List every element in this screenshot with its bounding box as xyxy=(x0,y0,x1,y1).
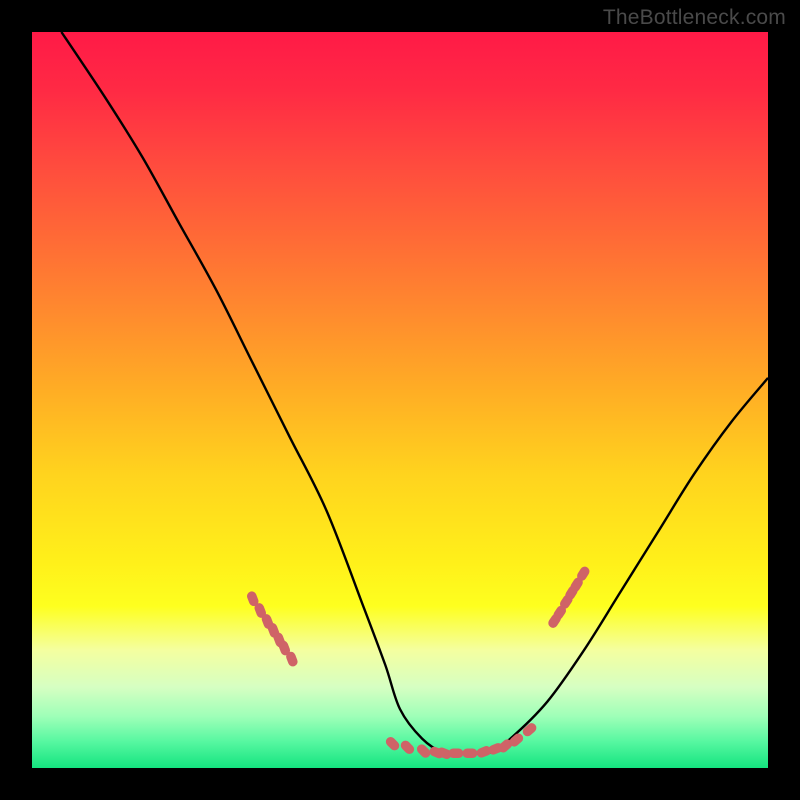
bottleneck-chart-svg xyxy=(32,32,768,768)
curve-marker xyxy=(448,749,463,759)
chart-frame: TheBottleneck.com xyxy=(0,0,800,800)
watermark-text: TheBottleneck.com xyxy=(603,6,786,30)
marker-group xyxy=(246,565,592,761)
curve-marker xyxy=(521,721,539,738)
bottleneck-curve-path xyxy=(61,32,768,754)
curve-marker xyxy=(462,749,477,759)
plot-area xyxy=(32,32,768,768)
curve-marker xyxy=(384,735,401,752)
curve-marker xyxy=(399,739,416,756)
